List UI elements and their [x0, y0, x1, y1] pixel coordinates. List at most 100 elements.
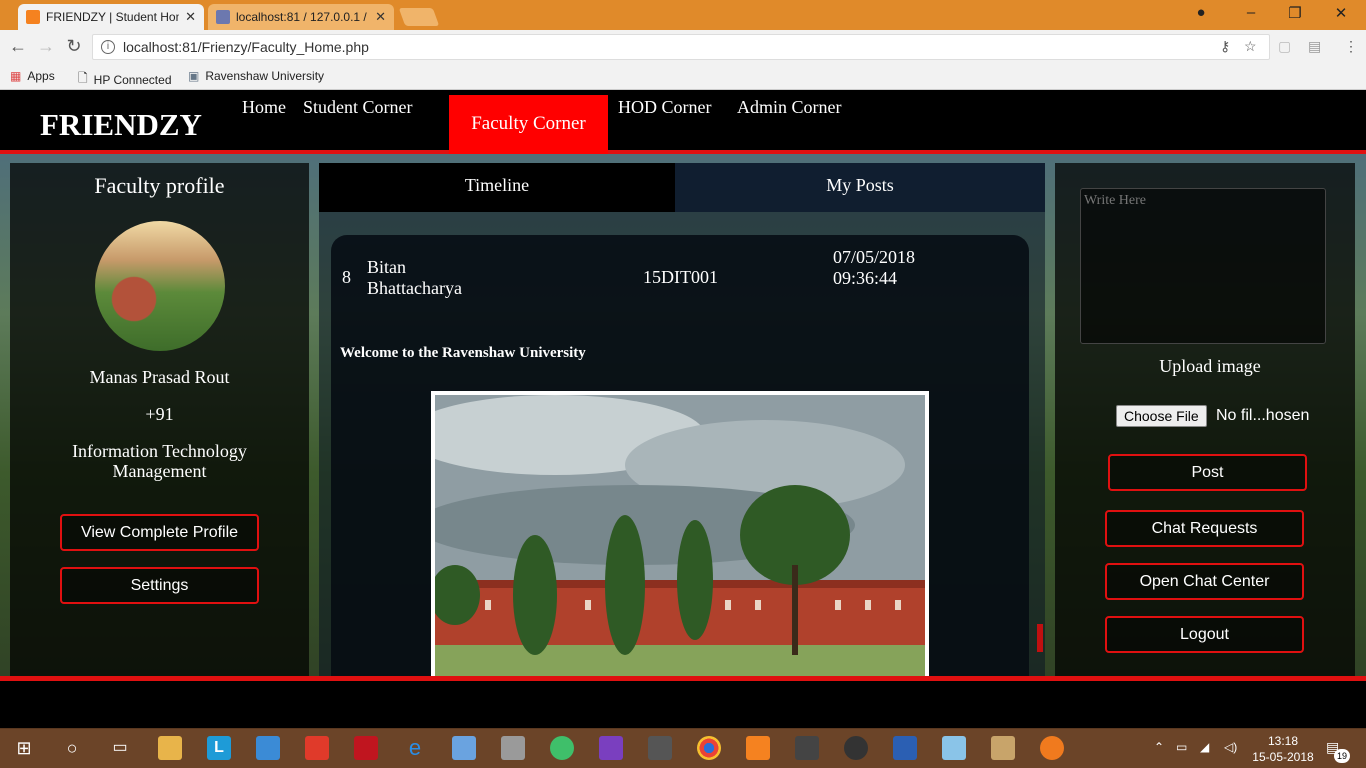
- firefox-icon[interactable]: [1040, 736, 1064, 760]
- site-icon: ▣: [188, 69, 200, 83]
- nav-home[interactable]: Home: [242, 97, 286, 118]
- reload-icon[interactable]: ↻: [62, 36, 86, 57]
- mcafee-icon[interactable]: [354, 736, 378, 760]
- site-footer-bar: [0, 676, 1366, 728]
- new-tab-button[interactable]: [398, 8, 440, 26]
- url-text: localhost:81/Frienzy/Faculty_Home.php: [123, 39, 369, 55]
- clock-time: 13:18: [1267, 734, 1299, 748]
- task-view-icon[interactable]: ▭: [108, 736, 132, 760]
- open-chat-center-button[interactable]: Open Chat Center: [1105, 563, 1304, 600]
- store-icon[interactable]: [256, 736, 280, 760]
- profile-phone: +91: [145, 404, 174, 424]
- volume-icon[interactable]: ◁): [1224, 740, 1237, 754]
- settings-button[interactable]: Settings: [60, 567, 259, 604]
- profile-icon[interactable]: ●: [1186, 4, 1216, 21]
- tab-friendzy[interactable]: FRIENDZY | Student Hom ✕: [18, 4, 204, 30]
- avatar: [95, 221, 225, 351]
- upload-image-label: Upload image: [1159, 356, 1261, 376]
- info-icon[interactable]: i: [101, 40, 115, 54]
- post-user-id: 15DIT001: [643, 267, 718, 287]
- search-icon[interactable]: ○: [60, 736, 84, 760]
- browser-tab-strip: FRIENDZY | Student Hom ✕ localhost:81 / …: [0, 0, 1366, 30]
- bookmark-apps[interactable]: ▦ Apps: [10, 69, 55, 83]
- visual-studio-icon[interactable]: [599, 736, 623, 760]
- post-textarea[interactable]: [1080, 188, 1326, 344]
- network-icon[interactable]: ◢: [1200, 740, 1209, 754]
- bookmark-ravenshaw[interactable]: ▣ Ravenshaw University: [188, 69, 324, 83]
- bookmark-label: Ravenshaw University: [205, 69, 325, 83]
- nav-hod-corner[interactable]: HOD Corner: [618, 97, 711, 118]
- tools-icon[interactable]: [501, 736, 525, 760]
- file-status: No fil...hosen: [1216, 407, 1310, 424]
- xampp-icon[interactable]: [746, 736, 770, 760]
- profile-name: Manas Prasad Rout: [89, 367, 230, 387]
- chat-requests-button[interactable]: Chat Requests: [1105, 510, 1304, 547]
- feed-tabs: Timeline My Posts: [319, 163, 1045, 212]
- web-page: FRIENDZY Home Student Corner Faculty Cor…: [0, 91, 1366, 728]
- pdf-extension-icon[interactable]: ▤: [1308, 38, 1321, 55]
- key-icon[interactable]: ⚷: [1220, 38, 1230, 55]
- address-bar[interactable]: i localhost:81/Frienzy/Faculty_Home.php: [92, 34, 1270, 60]
- file-explorer-icon[interactable]: [158, 736, 182, 760]
- restore-icon[interactable]: ❐: [1280, 4, 1310, 22]
- sublime-icon[interactable]: [648, 736, 672, 760]
- windows-taskbar: ⊞ ○ ▭ L e ⌃ ▭ ◢ ◁) 13:18 15-05-2018 ▤ 19: [0, 728, 1366, 768]
- tray-chevron-icon[interactable]: ⌃: [1154, 740, 1164, 754]
- profile-title: Faculty profile: [94, 173, 225, 198]
- tab-title: FRIENDZY | Student Hom: [46, 10, 180, 24]
- 3d-builder-icon[interactable]: [452, 736, 476, 760]
- battery-icon[interactable]: ▭: [1176, 740, 1187, 754]
- post-card: 8 Bitan Bhattacharya 15DIT001 07/05/2018…: [331, 235, 1029, 695]
- profile-department-line2: Management: [112, 461, 207, 481]
- nav-admin-corner[interactable]: Admin Corner: [737, 97, 841, 118]
- bookmark-star-icon[interactable]: ☆: [1244, 38, 1257, 55]
- post-number: 8: [342, 267, 351, 287]
- clock[interactable]: 13:18 15-05-2018: [1248, 733, 1318, 765]
- tab-phpmyadmin[interactable]: localhost:81 / 127.0.0.1 / ✕: [208, 4, 394, 30]
- back-icon[interactable]: ←: [6, 36, 30, 57]
- word-icon[interactable]: [893, 736, 917, 760]
- minimize-icon[interactable]: –: [1236, 4, 1266, 21]
- browser-toolbar: ← → ↻ i localhost:81/Frienzy/Faculty_Hom…: [0, 30, 1366, 64]
- site-brand[interactable]: FRIENDZY: [40, 107, 202, 143]
- clock-date: 15-05-2018: [1252, 750, 1314, 764]
- windows-start-icon[interactable]: ⊞: [12, 736, 36, 760]
- apps-grid-icon: ▦: [10, 69, 22, 83]
- edge-icon[interactable]: e: [403, 736, 427, 760]
- view-complete-profile-button[interactable]: View Complete Profile: [60, 514, 259, 551]
- post-image: [431, 391, 929, 691]
- post-body: Welcome to the Ravenshaw University: [340, 345, 586, 361]
- app-red-icon[interactable]: [305, 736, 329, 760]
- bookmark-hp-connected[interactable]: 🗋 HP Connected: [78, 69, 172, 90]
- site-navbar: FRIENDZY Home Student Corner Faculty Cor…: [0, 91, 1366, 154]
- profile-department-line1: Information Technology: [72, 441, 247, 461]
- paint-icon[interactable]: [991, 736, 1015, 760]
- post-time: 09:36:44: [833, 268, 898, 288]
- nav-student-corner[interactable]: Student Corner: [303, 97, 413, 118]
- phpmyadmin-favicon-icon: [216, 10, 230, 24]
- app-l-icon[interactable]: L: [207, 736, 231, 760]
- tab-title: localhost:81 / 127.0.0.1 /: [236, 10, 367, 24]
- wpm-icon[interactable]: [844, 736, 868, 760]
- forward-icon[interactable]: →: [34, 36, 58, 57]
- xampp-favicon-icon: [26, 10, 40, 24]
- close-tab-icon[interactable]: ✕: [375, 9, 386, 25]
- extension-icon[interactable]: ▢: [1278, 38, 1291, 55]
- atom-icon[interactable]: [550, 736, 574, 760]
- post-button[interactable]: Post: [1108, 454, 1307, 491]
- scrollbar-thumb[interactable]: [1037, 624, 1043, 652]
- tab-my-posts[interactable]: My Posts: [675, 163, 1045, 212]
- terminal-icon[interactable]: [795, 736, 819, 760]
- university-photo: [435, 395, 925, 687]
- choose-file-button[interactable]: Choose File: [1116, 405, 1207, 427]
- chrome-icon[interactable]: [697, 736, 721, 760]
- post-author-line2: Bhattacharya: [367, 278, 462, 298]
- menu-icon[interactable]: ⋮: [1344, 38, 1358, 55]
- nav-faculty-corner[interactable]: Faculty Corner: [449, 95, 608, 154]
- tab-timeline[interactable]: Timeline: [319, 163, 675, 212]
- logout-button[interactable]: Logout: [1105, 616, 1304, 653]
- page-icon: 🗋: [78, 71, 88, 85]
- close-tab-icon[interactable]: ✕: [185, 9, 196, 25]
- app-blue-icon[interactable]: [942, 736, 966, 760]
- close-window-icon[interactable]: ✕: [1326, 4, 1356, 22]
